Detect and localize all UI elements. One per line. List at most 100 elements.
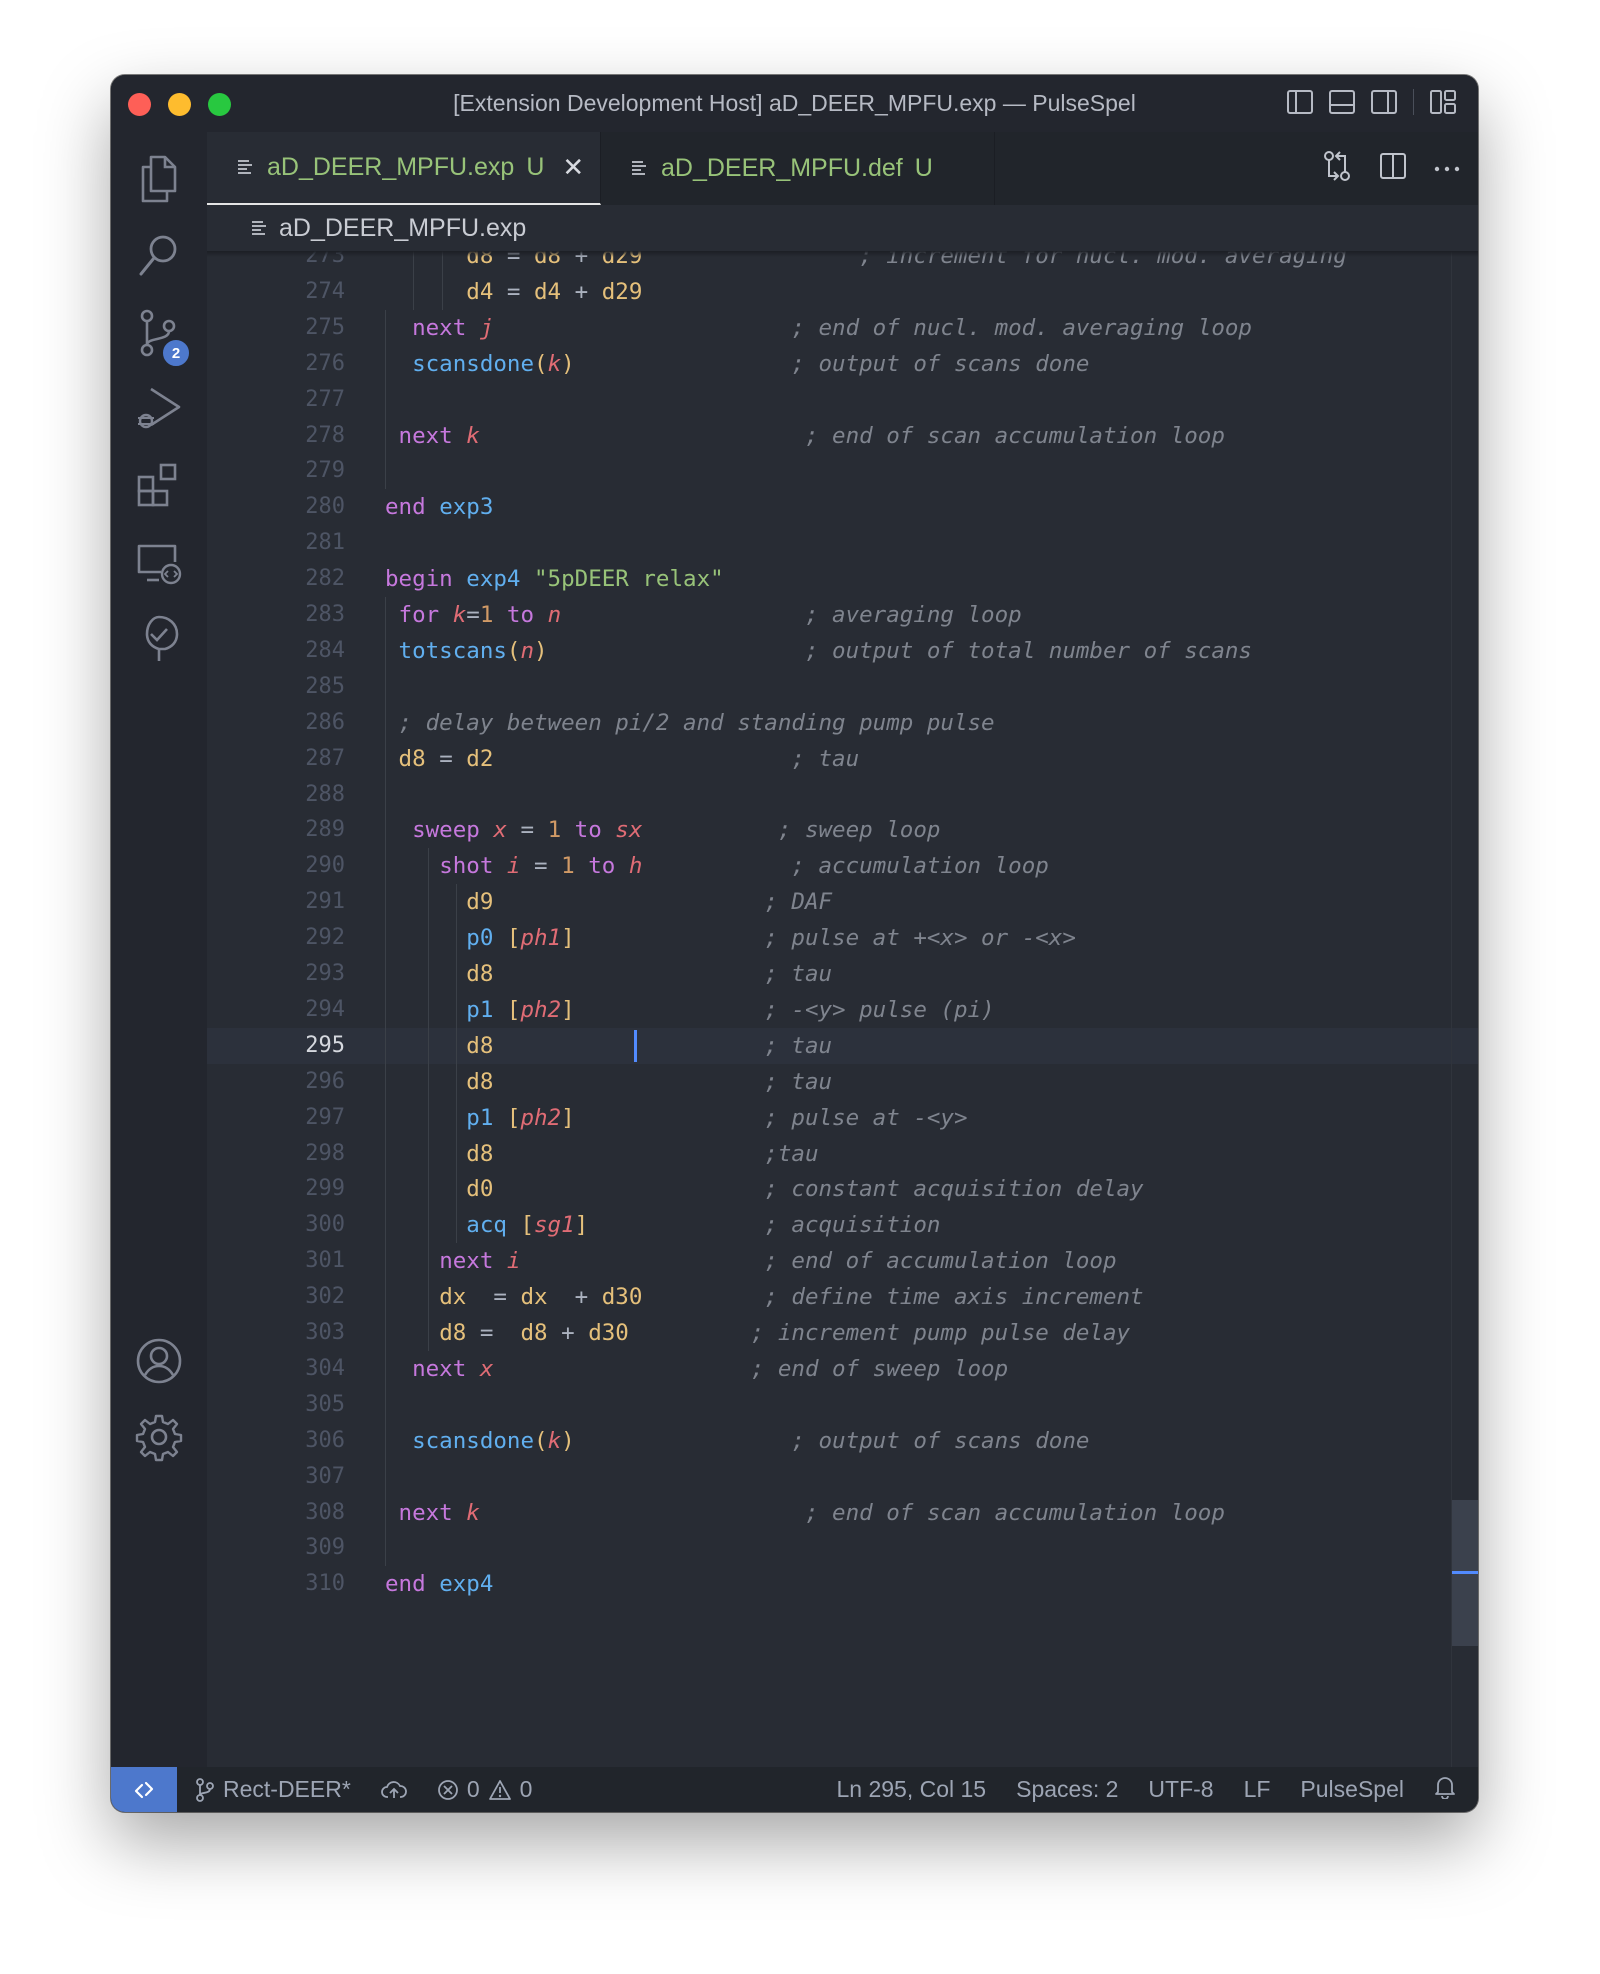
indent-guide [385, 1386, 386, 1423]
code-line[interactable]: 297 p1 [ph2] ; pulse at -<y> [207, 1099, 1478, 1136]
error-icon [437, 1779, 458, 1800]
code-line[interactable]: 283 for k=1 to n ; averaging loop [207, 597, 1478, 633]
code-line[interactable]: 298 d8 ;tau [207, 1135, 1478, 1172]
language-mode[interactable]: PulseSpel [1300, 1776, 1404, 1803]
cursor-position[interactable]: Ln 295, Col 15 [836, 1776, 986, 1803]
indent-guide [385, 1458, 386, 1495]
extensions-icon[interactable] [111, 450, 207, 520]
code-line[interactable]: 284 totscans(n) ; output of total number… [207, 632, 1478, 669]
line-code: d8 = d2 ; tau [398, 745, 860, 772]
indentation[interactable]: Spaces: 2 [1016, 1776, 1118, 1803]
activity-bar: 2 [111, 132, 207, 1767]
customize-layout-icon[interactable] [1430, 90, 1456, 114]
line-code: for k=1 to n ; averaging loop [398, 602, 1022, 628]
encoding[interactable]: UTF-8 [1148, 1776, 1213, 1803]
code-line[interactable]: 282 begin exp4 "5pDEER relax" [207, 561, 1478, 597]
line-number: 287 [305, 745, 345, 771]
code-line[interactable]: 279 [207, 453, 1478, 490]
code-line[interactable]: 301 next i ; end of accumulation loop [207, 1243, 1478, 1280]
split-editor-icon[interactable] [1380, 153, 1406, 184]
line-number: 303 [305, 1320, 345, 1345]
code-line[interactable]: 296 d8 ; tau [207, 1063, 1478, 1100]
problems-summary[interactable]: 0 0 [437, 1776, 532, 1803]
code-line[interactable]: 304 next x ; end of sweep loop [207, 1350, 1478, 1387]
editor-scrollbar[interactable] [1452, 251, 1478, 1767]
end-of-line[interactable]: LF [1244, 1776, 1271, 1803]
code-line[interactable]: 306 scansdone(k) ; output of scans done [207, 1422, 1478, 1459]
editor-actions [1322, 150, 1460, 187]
code-line[interactable]: 275 next j ; end of nucl. mod. averaging… [207, 309, 1478, 346]
zoom-window-button[interactable] [208, 93, 231, 116]
bell-icon[interactable] [1434, 1775, 1456, 1805]
search-icon[interactable] [111, 220, 207, 290]
code-line[interactable]: 288 [207, 776, 1478, 813]
code-line[interactable]: 278 next k ; end of scan accumulation lo… [207, 417, 1478, 454]
code-line[interactable]: 309 [207, 1530, 1478, 1567]
close-tab-icon[interactable]: ✕ [562, 152, 584, 183]
code-line[interactable]: 285 [207, 668, 1478, 705]
code-line[interactable]: 287 d8 = d2 ; tau [207, 740, 1478, 777]
code-line[interactable]: 294 p1 [ph2] ; -<y> pulse (pi) [207, 991, 1478, 1028]
status-bar: Rect-DEER* 0 0 Ln 295, Col 15 Spaces: 2 … [111, 1767, 1478, 1812]
line-number: 299 [305, 1176, 345, 1202]
more-actions-icon[interactable] [1434, 160, 1460, 178]
settings-gear-icon[interactable] [111, 1402, 207, 1472]
code-line[interactable]: 292 p0 [ph1] ; pulse at +<x> or -<x> [207, 920, 1478, 957]
git-branch[interactable]: Rect-DEER* [195, 1776, 351, 1803]
line-number: 306 [305, 1427, 345, 1453]
code-line[interactable]: 303 d8 = d8 + d30 ; increment pump pulse… [207, 1315, 1478, 1351]
line-number: 281 [305, 530, 345, 556]
line-number: 302 [305, 1284, 345, 1310]
code-line[interactable]: 274 d4 = d4 + d29 [207, 273, 1478, 310]
code-line[interactable]: 305 [207, 1386, 1478, 1423]
code-line[interactable]: 295 d8 ; tau [207, 1027, 1478, 1064]
code-line[interactable]: 289 sweep x = 1 to sx ; sweep loop [207, 812, 1478, 849]
code-line[interactable]: 307 [207, 1458, 1478, 1495]
code-line[interactable]: 300 acq [sg1] ; acquisition [207, 1207, 1478, 1244]
file-lines-icon [251, 214, 267, 243]
code-line[interactable]: 302 dx = dx + d30 ; define time axis inc… [207, 1279, 1478, 1316]
code-line[interactable]: 310 end exp4 [207, 1566, 1478, 1602]
open-changes-icon[interactable] [1322, 150, 1352, 187]
account-icon[interactable] [111, 1326, 207, 1396]
tab-def-file[interactable]: aD_DEER_MPFU.def U [601, 132, 995, 205]
code-line[interactable]: 277 [207, 381, 1478, 418]
line-number: 274 [305, 278, 345, 304]
toggle-primary-sidebar-icon[interactable] [1287, 90, 1313, 114]
testing-icon[interactable] [111, 604, 207, 674]
code-line[interactable]: 281 [207, 525, 1478, 561]
close-window-button[interactable] [128, 93, 151, 116]
code-line[interactable]: 291 d9 ; DAF [207, 884, 1478, 921]
code-editor[interactable]: 273 d8 = d8 + d29 ; increment for nucl. … [207, 251, 1478, 1767]
toggle-panel-icon[interactable] [1329, 90, 1355, 114]
sync-changes[interactable] [380, 1780, 407, 1800]
code-line[interactable]: 299 d0 ; constant acquisition delay [207, 1171, 1478, 1208]
code-line[interactable]: 280 end exp3 [207, 489, 1478, 525]
breadcrumb-file[interactable]: aD_DEER_MPFU.exp [279, 214, 526, 243]
line-code: next j ; end of nucl. mod. averaging loo… [412, 314, 1252, 341]
line-code: d4 = d4 + d29 [466, 278, 643, 305]
code-line[interactable]: 293 d8 ; tau [207, 956, 1478, 992]
untracked-status: U [526, 153, 545, 181]
line-number: 293 [305, 961, 345, 986]
layout-controls [1287, 89, 1456, 115]
line-code: ; delay between pi/2 and standing pump p… [398, 709, 995, 736]
line-number: 283 [305, 602, 345, 627]
remote-explorer-icon[interactable] [111, 528, 207, 598]
code-line[interactable]: 290 shot i = 1 to h ; accumulation loop [207, 848, 1478, 885]
minimize-window-button[interactable] [168, 93, 191, 116]
remote-indicator[interactable] [111, 1767, 177, 1812]
line-code: end exp4 [385, 1571, 494, 1598]
code-line[interactable]: 308 next k ; end of scan accumulation lo… [207, 1494, 1478, 1531]
line-number: 298 [305, 1140, 345, 1166]
explorer-icon[interactable] [111, 144, 207, 214]
source-control-icon[interactable]: 2 [111, 298, 207, 368]
breadcrumb[interactable]: aD_DEER_MPFU.exp [207, 205, 1478, 251]
run-debug-icon[interactable] [111, 374, 207, 444]
indent-guide [385, 1530, 386, 1567]
code-line[interactable]: 286 ; delay between pi/2 and standing pu… [207, 704, 1478, 741]
tab-exp-file[interactable]: aD_DEER_MPFU.exp U ✕ [207, 132, 601, 205]
tab-label: aD_DEER_MPFU.exp [267, 153, 515, 181]
toggle-secondary-sidebar-icon[interactable] [1371, 90, 1397, 114]
code-line[interactable]: 276 scansdone(k) ; output of scans done [207, 345, 1478, 382]
